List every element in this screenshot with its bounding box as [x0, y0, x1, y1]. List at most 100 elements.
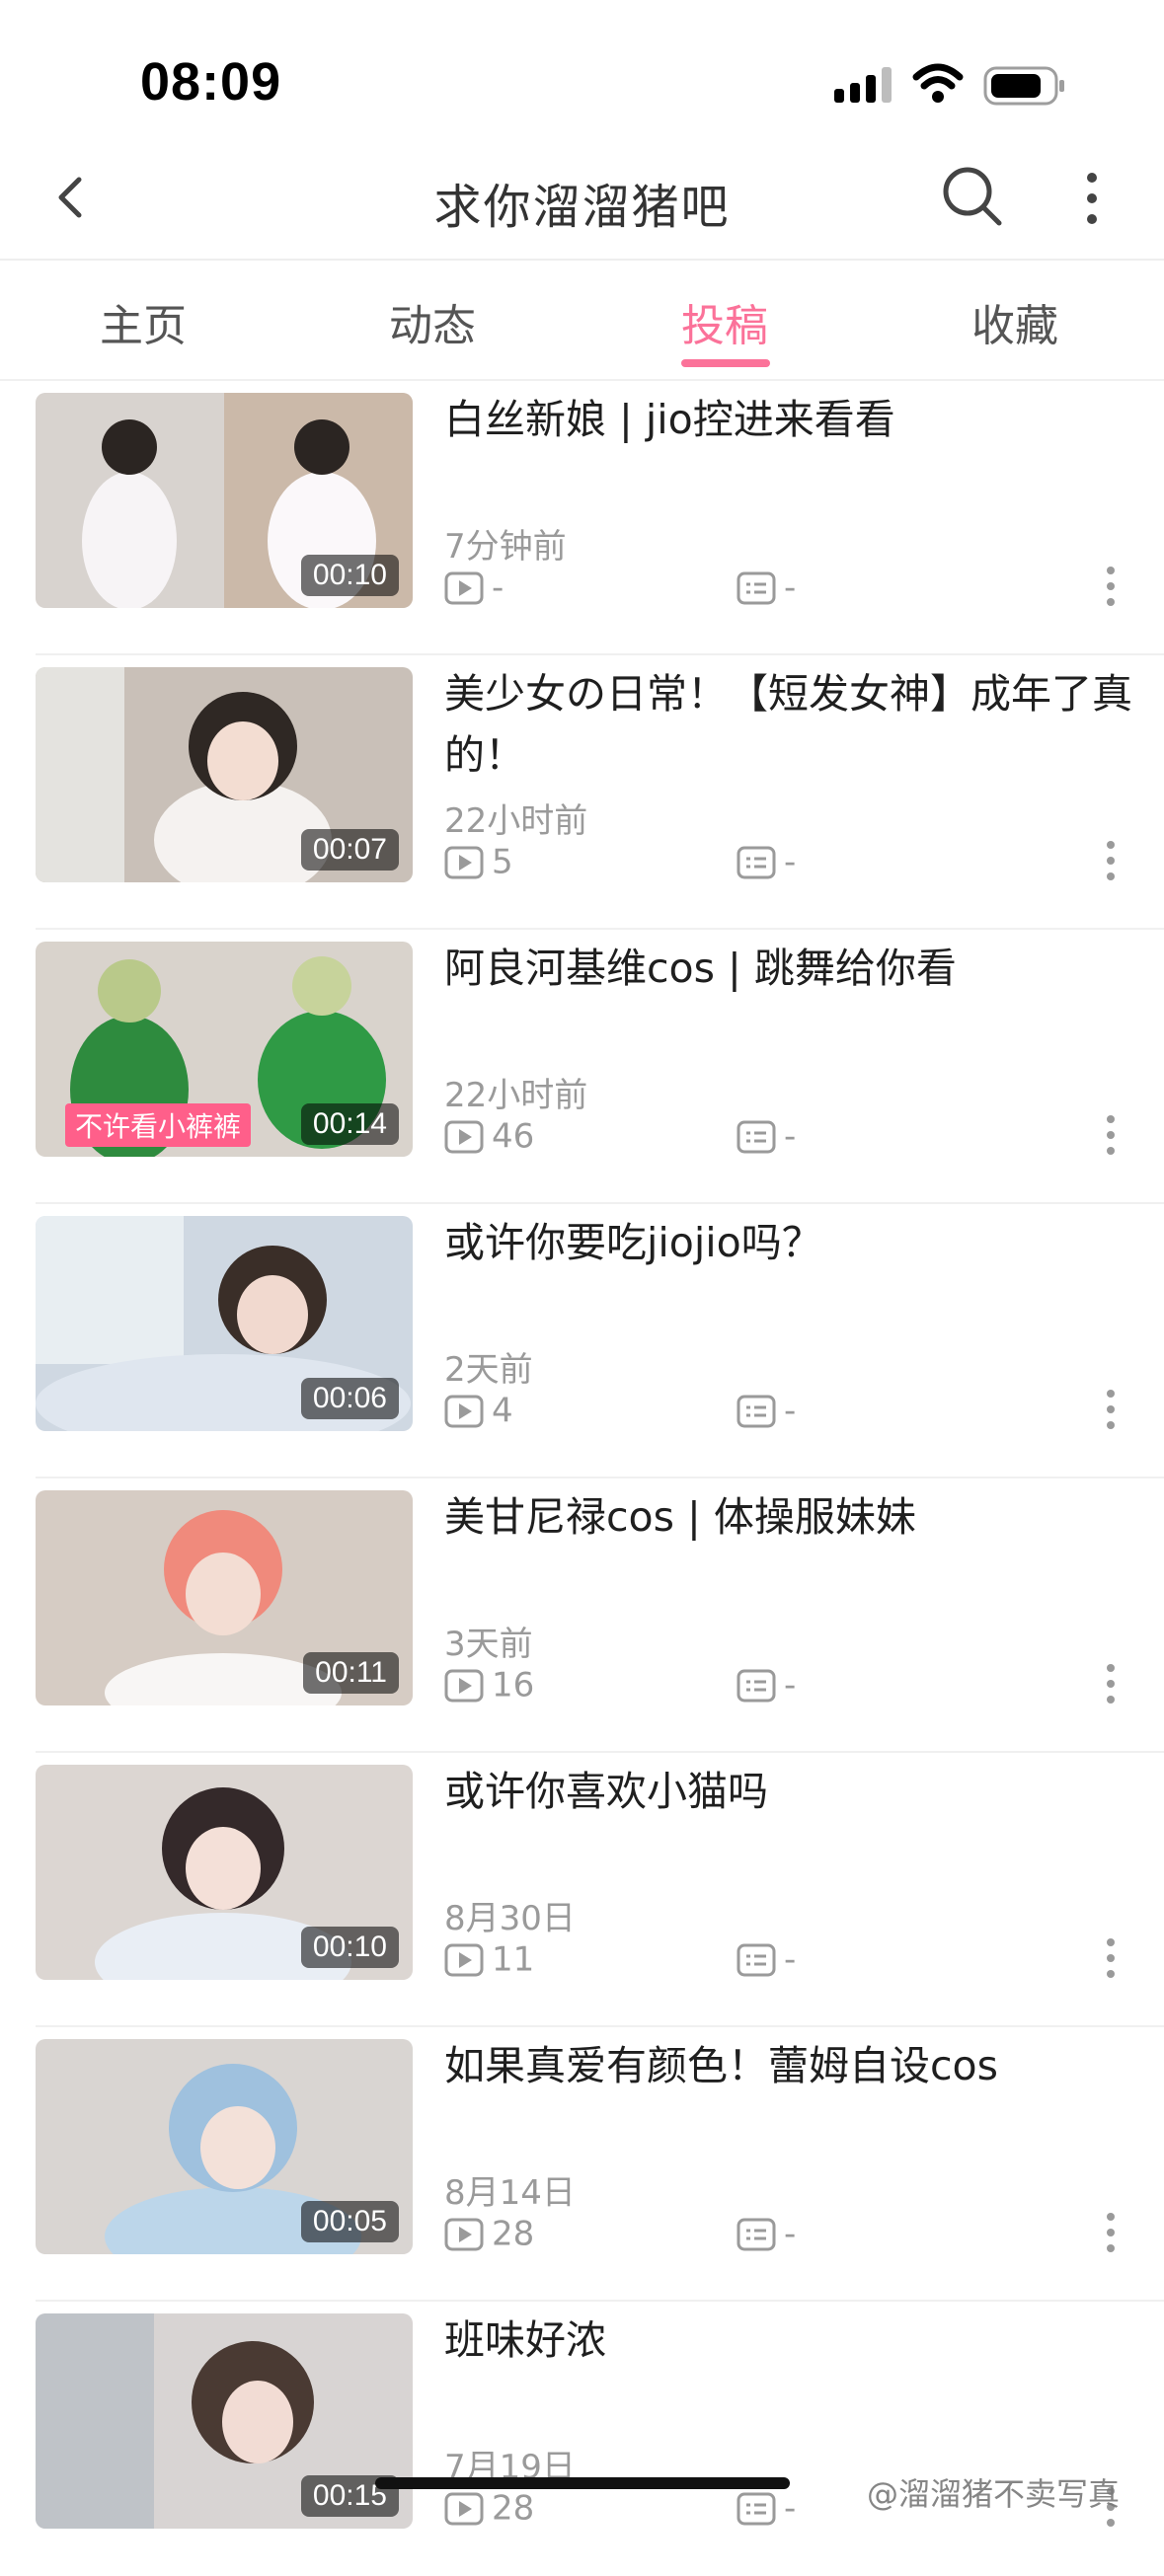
comment-count-value: -	[784, 568, 797, 608]
video-item[interactable]: 00:05 如果真爱有颜色！蕾姆自设cos 8月14日 28 -	[0, 2027, 1164, 2302]
video-duration: 00:14	[300, 1103, 399, 1145]
cellular-signal-icon	[834, 67, 892, 103]
comment-count: -	[737, 841, 797, 882]
more-vertical-icon[interactable]	[1072, 164, 1112, 233]
tab-bar: 主页 动态 投稿 收藏	[0, 261, 1164, 379]
video-duration: 00:11	[303, 1652, 399, 1694]
battery-icon	[983, 66, 1064, 106]
video-title[interactable]: 班味好浓	[444, 2310, 1135, 2371]
play-count: 28	[444, 2213, 535, 2254]
play-icon	[444, 1669, 484, 1702]
play-count: 28	[444, 2487, 534, 2529]
video-duration: 00:07	[300, 829, 399, 871]
play-count-value: 4	[492, 1391, 513, 1431]
play-icon	[444, 1120, 484, 1153]
comment-count: -	[737, 2487, 796, 2529]
video-time: 8月30日	[444, 1899, 576, 1938]
play-count: 46	[444, 1115, 535, 1157]
comment-count: -	[737, 1938, 797, 1980]
more-vertical-icon[interactable]	[1096, 1929, 1125, 1988]
comment-icon	[737, 1669, 776, 1702]
video-duration: 00:06	[300, 1378, 399, 1419]
comment-count: -	[737, 1390, 797, 1431]
tab-dynamics[interactable]: 动态	[334, 290, 531, 353]
video-title[interactable]: 白丝新娘 | jio控进来看看	[444, 389, 1135, 450]
video-title[interactable]: 或许你要吃jiojio吗？	[444, 1212, 1135, 1273]
play-count-value: 16	[492, 1665, 535, 1705]
video-thumbnail[interactable]: 00:07	[36, 667, 413, 882]
search-icon[interactable]	[938, 162, 1007, 231]
video-thumbnail[interactable]: 00:11	[36, 1490, 413, 1705]
play-count: -	[444, 567, 504, 608]
home-indicator[interactable]	[375, 2477, 790, 2489]
comment-count: -	[737, 1664, 797, 1705]
tab-home[interactable]: 主页	[44, 290, 242, 353]
video-thumbnail[interactable]: 00:05	[36, 2039, 413, 2254]
video-item[interactable]: 00:10 或许你喜欢小猫吗 8月30日 11 -	[0, 1753, 1164, 2027]
more-vertical-icon[interactable]	[1096, 1380, 1125, 1439]
video-item[interactable]: 00:06 或许你要吃jiojio吗？ 2天前 4 -	[0, 1204, 1164, 1478]
comment-icon	[737, 2218, 776, 2250]
comment-count-value: -	[784, 1939, 797, 1980]
play-icon	[444, 571, 484, 604]
video-item[interactable]: 00:07 美少女の日常！【短发女神】成年了真的！ 22小时前 5 -	[0, 655, 1164, 930]
video-time: 7分钟前	[444, 527, 567, 567]
play-count: 5	[444, 841, 513, 882]
video-thumbnail[interactable]: 00:06	[36, 1216, 413, 1431]
status-time: 08:09	[140, 52, 282, 112]
play-icon	[444, 2492, 484, 2525]
comment-icon	[737, 1943, 776, 1976]
video-thumbnail[interactable]: 00:10	[36, 393, 413, 608]
comment-icon	[737, 1120, 776, 1153]
play-count-value: 28	[492, 2214, 535, 2254]
comment-icon	[737, 571, 776, 604]
video-title[interactable]: 或许你喜欢小猫吗	[444, 1761, 1135, 1822]
video-title[interactable]: 阿良河基维cos | 跳舞给你看	[444, 938, 1135, 999]
video-duration: 00:10	[300, 555, 399, 596]
comment-count: -	[737, 2213, 796, 2254]
play-count: 4	[444, 1390, 513, 1431]
comment-count: -	[737, 567, 797, 608]
comment-icon	[737, 1395, 776, 1427]
comment-count-value: -	[784, 842, 797, 882]
video-duration: 00:10	[300, 1927, 399, 1968]
video-title[interactable]: 如果真爱有颜色！蕾姆自设cos	[444, 2035, 1135, 2096]
video-item[interactable]: 00:11 美甘尼禄cos | 体操服妹妹 3天前 16 -	[0, 1478, 1164, 1753]
video-time: 2天前	[444, 1350, 533, 1390]
active-tab-indicator	[681, 359, 770, 367]
play-count-value: 11	[492, 1939, 535, 1980]
video-duration: 00:05	[300, 2201, 399, 2242]
play-icon	[444, 2218, 484, 2250]
more-vertical-icon[interactable]	[1096, 1654, 1125, 1713]
play-count-value: 46	[492, 1116, 535, 1157]
more-vertical-icon[interactable]	[1096, 831, 1125, 890]
play-count: 11	[444, 1938, 535, 1980]
comment-count-value: -	[784, 1665, 797, 1705]
video-item[interactable]: 00:10 白丝新娘 | jio控进来看看 7分钟前 - -	[0, 381, 1164, 655]
play-count-value: 5	[492, 842, 513, 882]
video-title[interactable]: 美少女の日常！【短发女神】成年了真的！	[444, 663, 1135, 786]
nav-bar: 求你溜溜猪吧	[0, 138, 1164, 259]
comment-icon	[737, 2492, 776, 2525]
more-vertical-icon[interactable]	[1096, 557, 1125, 616]
status-bar: 08:09	[0, 0, 1164, 138]
wifi-icon	[912, 63, 964, 103]
thumbnail-overlay-text: 不许看小裤裤	[65, 1103, 252, 1147]
video-thumbnail[interactable]: 00:15	[36, 2313, 413, 2529]
video-time: 8月14日	[444, 2173, 576, 2213]
play-icon	[444, 1943, 484, 1976]
tab-favorites[interactable]: 收藏	[916, 290, 1114, 353]
comment-count: -	[737, 1115, 796, 1157]
more-vertical-icon[interactable]	[1096, 2203, 1125, 2262]
video-time: 22小时前	[444, 801, 588, 841]
video-item[interactable]: 不许看小裤裤 00:14 阿良河基维cos | 跳舞给你看 22小时前 46 -	[0, 930, 1164, 1204]
play-icon	[444, 1395, 484, 1427]
video-item[interactable]: 00:15 班味好浓 7月19日 28 -	[0, 2302, 1164, 2576]
more-vertical-icon[interactable]	[1096, 1105, 1125, 1165]
tab-uploads[interactable]: 投稿	[626, 290, 823, 353]
comment-count-value: -	[784, 1391, 797, 1431]
video-thumbnail[interactable]: 不许看小裤裤 00:14	[36, 942, 413, 1157]
video-thumbnail[interactable]: 00:10	[36, 1765, 413, 1980]
video-title[interactable]: 美甘尼禄cos | 体操服妹妹	[444, 1486, 1135, 1548]
play-count-value: -	[492, 568, 504, 608]
